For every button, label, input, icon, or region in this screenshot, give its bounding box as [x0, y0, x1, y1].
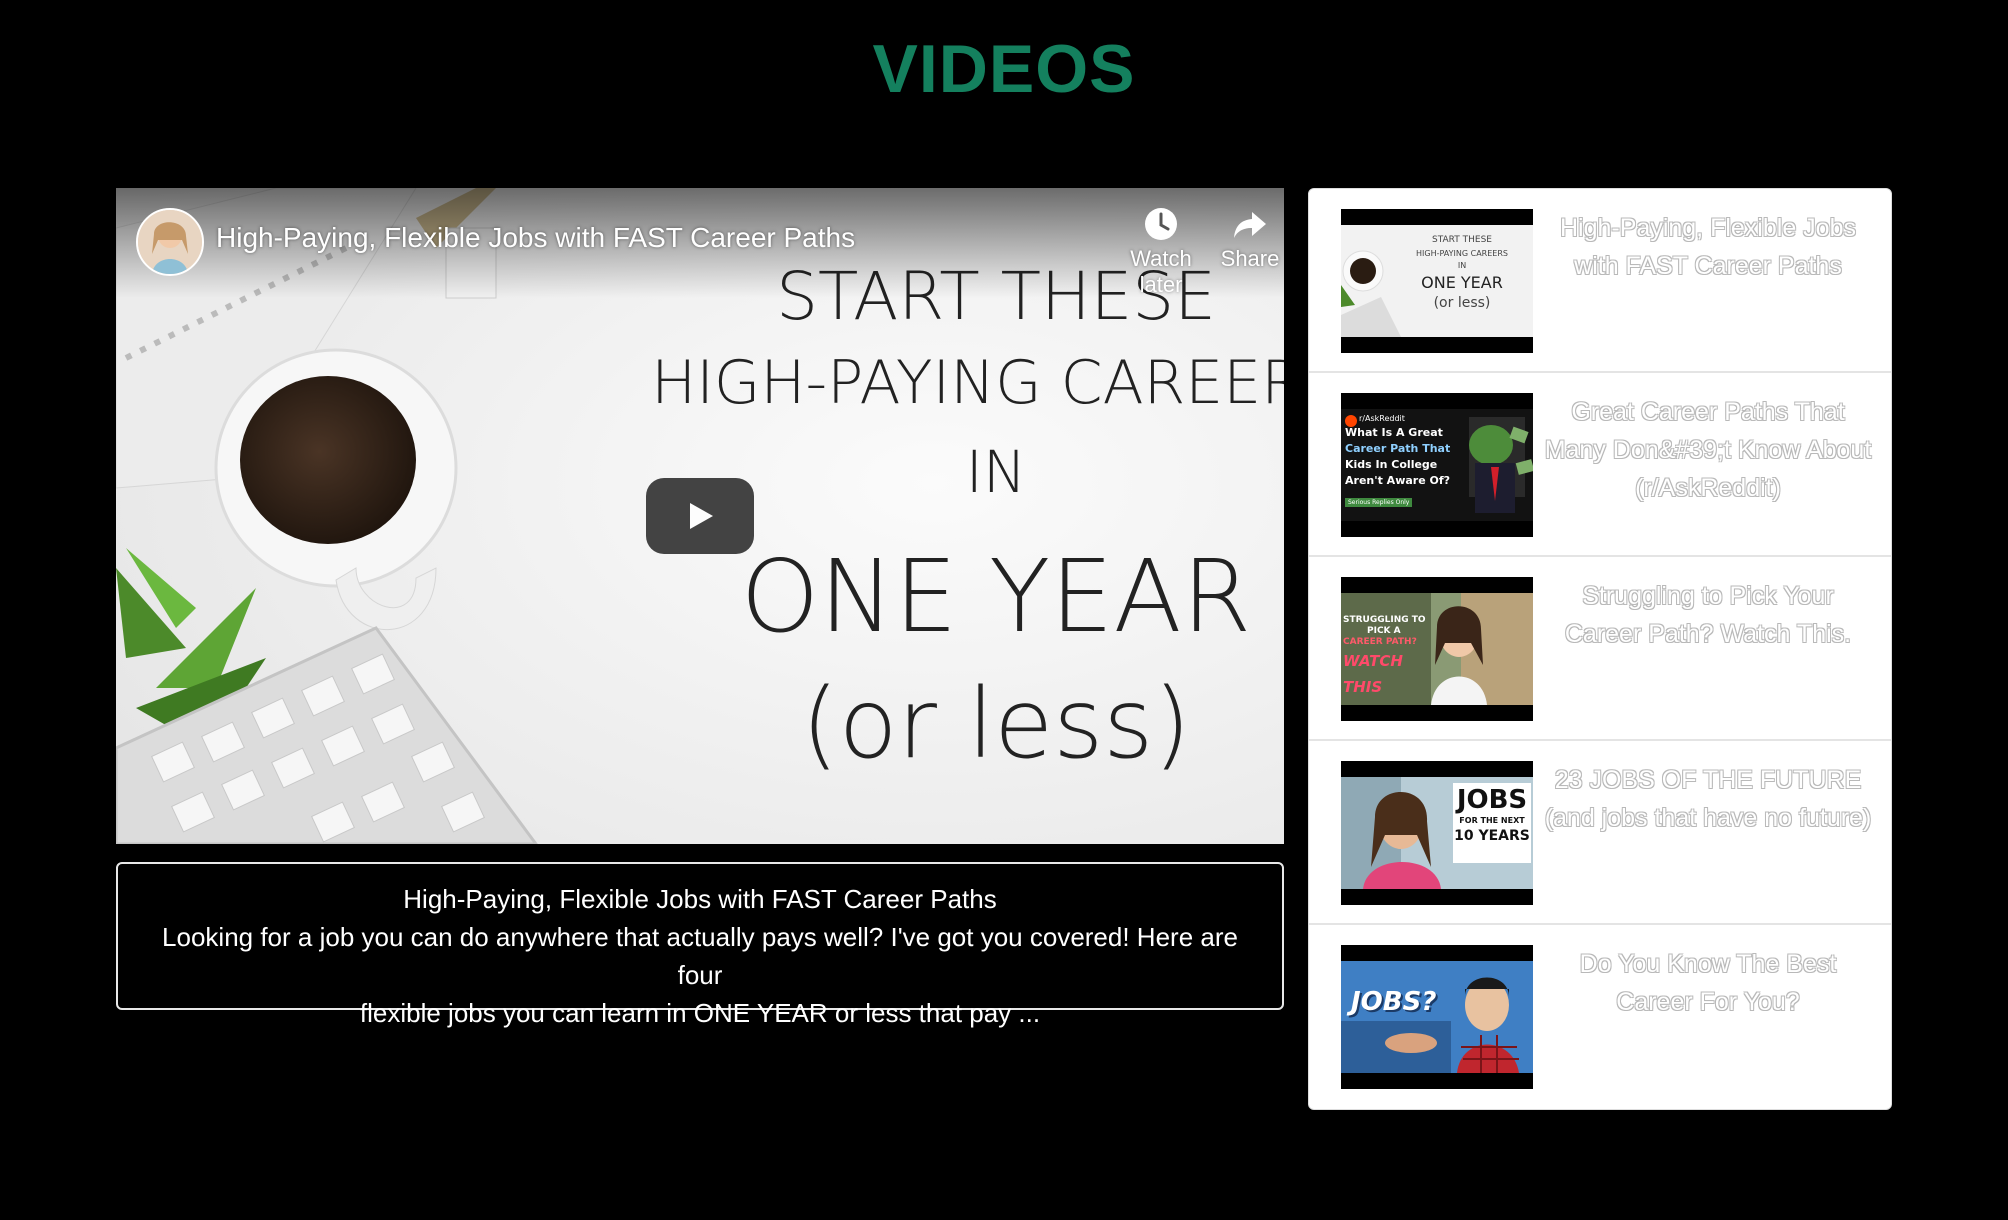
thumb-text-3: Kids In College	[1345, 458, 1438, 471]
playlist-item-title[interactable]: High-Paying, Flexible Jobs with FAST Car…	[1543, 209, 1873, 285]
thumb-text-1: JOBS	[1456, 785, 1528, 815]
thumb-text-4: ONE YEAR	[1421, 273, 1503, 292]
thumb-text-4: Aren't Aware Of?	[1345, 474, 1451, 487]
clock-icon	[1145, 208, 1177, 240]
description-title: High-Paying, Flexible Jobs with FAST Car…	[403, 884, 997, 914]
thumb-text-2: PICK A	[1367, 626, 1401, 636]
page-title: VIDEOS	[872, 31, 1136, 107]
thumb-text-3: CAREER PATH?	[1343, 637, 1417, 647]
player-title[interactable]: High-Paying, Flexible Jobs with FAST Car…	[216, 222, 855, 254]
thumb-text-2: HIGH-PAYING CAREERS	[1416, 249, 1508, 258]
thumb-text-2: FOR THE NEXT	[1459, 816, 1525, 825]
video-thumbnail: START THESE HIGH-PAYING CAREERS IN ONE Y…	[1341, 209, 1533, 353]
watch-later-label: Watch later	[1130, 246, 1192, 297]
video-thumbnail: JOBS?	[1341, 945, 1533, 1089]
video-thumbnail: STRUGGLING TO PICK A CAREER PATH? WATCH …	[1341, 577, 1533, 721]
avatar-icon	[138, 210, 202, 274]
share-arrow-icon	[1234, 212, 1266, 238]
thumb-text-5: Serious Replies Only	[1345, 498, 1413, 507]
thumb-text-5: (or less)	[1433, 295, 1491, 311]
play-icon	[690, 503, 713, 529]
video-playlist: START THESE HIGH-PAYING CAREERS IN ONE Y…	[1308, 188, 1892, 1110]
playlist-item-title[interactable]: Great Career Paths That Many Don&#39;t K…	[1543, 393, 1873, 507]
thumbnail-headline-4: ONE YEAR	[740, 538, 1252, 655]
playlist-item[interactable]: JOBS FOR THE NEXT 10 YEARS 23 JOBS OF TH…	[1309, 741, 1891, 925]
thumb-text-2: Career Path That	[1345, 442, 1451, 455]
description-line-1: Looking for a job you can do anywhere th…	[162, 922, 1238, 990]
thumb-text-1: STRUGGLING TO	[1343, 615, 1426, 625]
video-description: High-Paying, Flexible Jobs with FAST Car…	[116, 862, 1284, 1028]
video-player[interactable]: START THESE HIGH-PAYING CAREERS IN ONE Y…	[116, 188, 1284, 844]
play-button[interactable]	[646, 478, 754, 554]
description-line-2: flexible jobs you can learn in ONE YEAR …	[359, 998, 1041, 1028]
playlist-item-title[interactable]: 23 JOBS OF THE FUTURE (and jobs that hav…	[1543, 761, 1873, 837]
share-label: Share	[1220, 246, 1280, 271]
playlist-item[interactable]: STRUGGLING TO PICK A CAREER PATH? WATCH …	[1309, 557, 1891, 741]
thumb-text-3: 10 YEARS	[1454, 828, 1530, 844]
thumb-text-1: What Is A Great	[1345, 426, 1443, 439]
playlist-item[interactable]: r/AskReddit What Is A Great Career Path …	[1309, 373, 1891, 557]
thumbnail-headline-2: HIGH-PAYING CAREERS	[651, 348, 1284, 418]
video-thumbnail: r/AskReddit What Is A Great Career Path …	[1341, 393, 1533, 537]
playlist-item[interactable]: JOBS? Do You Know The Best Career For Yo…	[1309, 925, 1891, 1109]
playlist-item[interactable]: START THESE HIGH-PAYING CAREERS IN ONE Y…	[1309, 189, 1891, 373]
thumb-text-3: IN	[1457, 261, 1467, 270]
video-thumbnail: JOBS FOR THE NEXT 10 YEARS	[1341, 761, 1533, 905]
thumb-text-1: START THESE	[1432, 235, 1492, 245]
watch-later-button[interactable]: Watch later	[1106, 206, 1216, 298]
share-button[interactable]: Share	[1220, 206, 1280, 272]
thumb-text-4: WATCH THIS	[1343, 652, 1403, 696]
thumb-text-0: r/AskReddit	[1359, 414, 1405, 423]
channel-avatar[interactable]	[136, 208, 204, 276]
playlist-item-title[interactable]: Struggling to Pick Your Career Path? Wat…	[1543, 577, 1873, 653]
playlist-item-title[interactable]: Do You Know The Best Career For You?	[1543, 945, 1873, 1021]
thumb-text-1: JOBS?	[1351, 987, 1437, 1017]
thumbnail-headline-5: (or less)	[801, 668, 1191, 780]
